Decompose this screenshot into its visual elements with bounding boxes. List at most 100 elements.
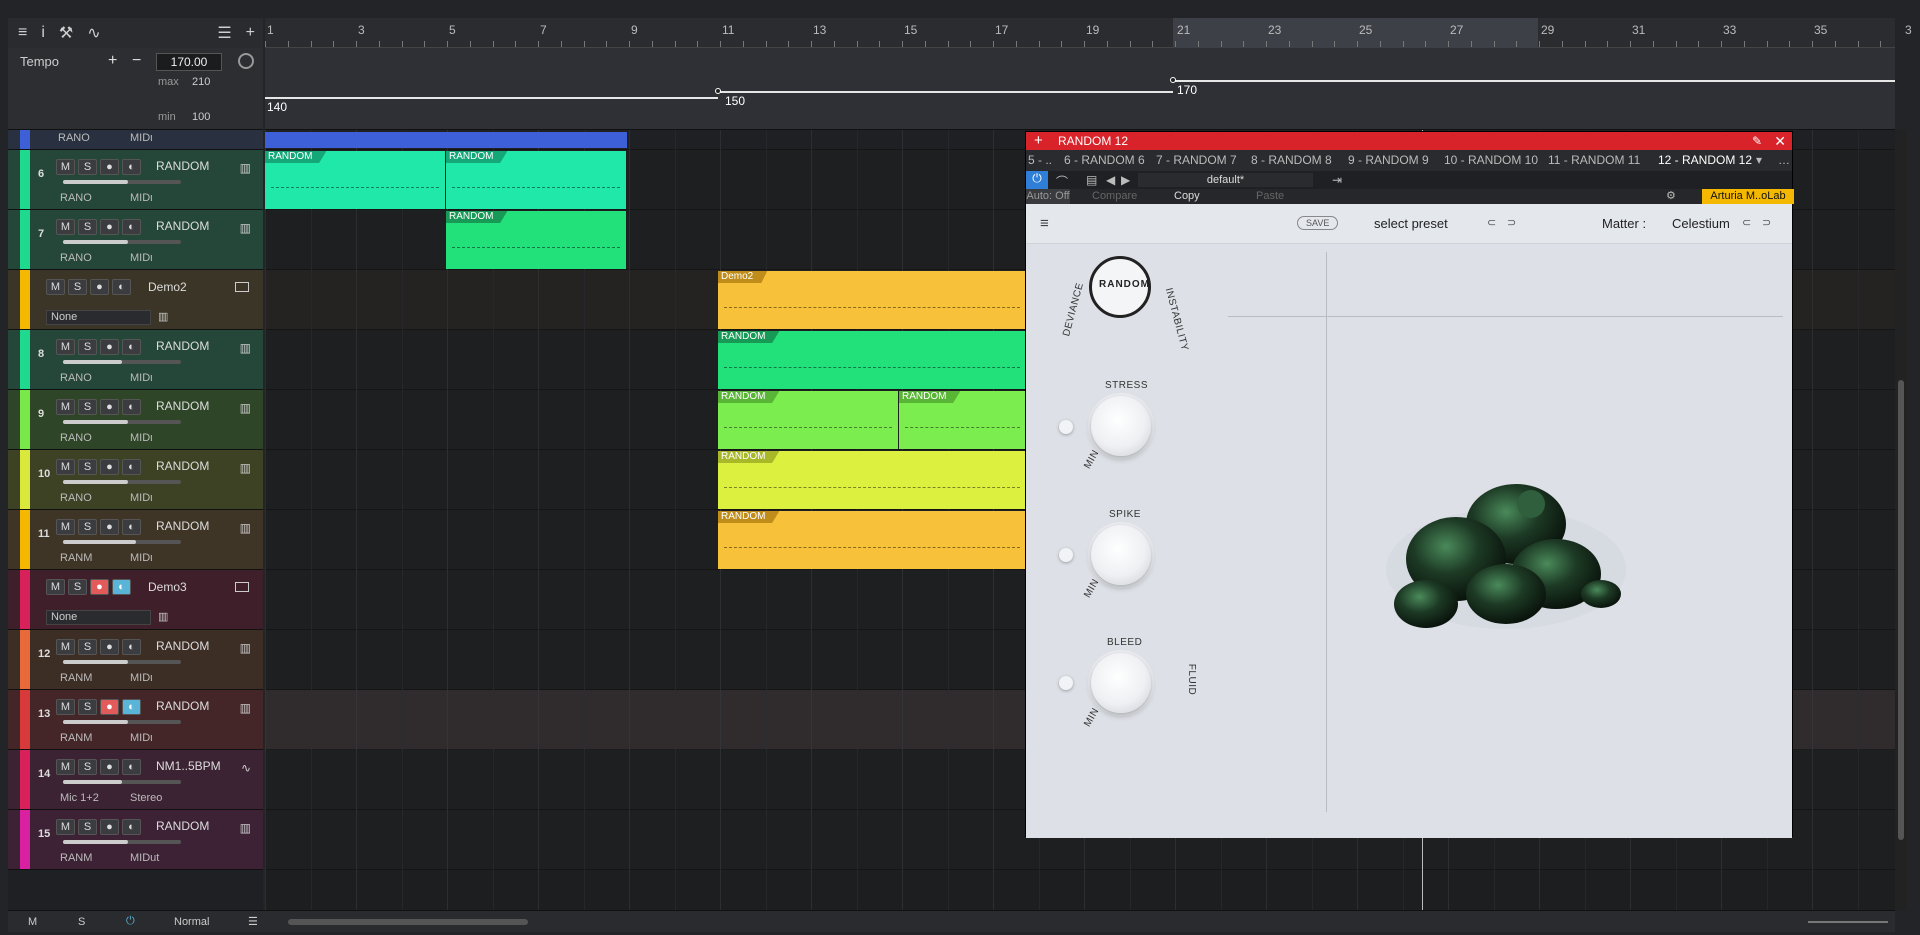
loop-range[interactable] [1173,18,1538,48]
stress-mod-button[interactable] [1059,420,1073,434]
solo-button[interactable]: S [78,699,97,715]
save-button[interactable]: SAVE [1297,216,1339,230]
bleed-knob[interactable] [1091,653,1151,713]
clip[interactable]: RANDOM [718,331,1026,389]
tempo-value-field[interactable]: 170.00 [156,53,222,71]
more-icon[interactable]: … [1778,153,1790,167]
tabs-dropdown-icon[interactable]: ▾ [1756,153,1762,167]
matter-prev-icon[interactable]: ⊂ [1742,216,1751,229]
tempo-lane[interactable]: 140 150 170 [265,48,1895,130]
preset-prev-icon[interactable]: ⊂ [1487,216,1496,229]
volume-fader[interactable] [63,480,181,484]
monitor-button[interactable]: ◐ [112,279,131,295]
record-button[interactable]: ● [100,759,119,775]
solo-button[interactable]: S [78,399,97,415]
track-header[interactable]: 9 M S ● ◐ RANDOM ▥ RANO MIDι [8,390,263,450]
folder-name[interactable]: Demo2 [148,280,187,294]
preset-next-icon[interactable]: ⊃ [1507,216,1516,229]
mute-button[interactable]: M [56,339,75,355]
track-output[interactable]: MIDι [130,252,153,264]
instrument-icon[interactable]: ▥ [240,221,251,235]
matter-value[interactable]: Celestium [1672,216,1730,231]
clip[interactable]: RANDOM [446,211,626,269]
paste-button[interactable]: Paste [1256,190,1284,202]
instrument-icon[interactable]: ▥ [240,341,251,355]
track-name[interactable]: RANDOM [156,339,209,353]
tempo-point[interactable] [715,88,721,94]
volume-fader[interactable] [63,540,181,544]
track-header[interactable]: 7 M S ● ◐ RANDOM ▥ RANO MIDι [8,210,263,270]
mute-button[interactable]: M [56,399,75,415]
mute-button[interactable]: M [56,459,75,475]
tempo-minus-button[interactable]: − [132,52,141,70]
instrument-icon[interactable]: ▥ [240,521,251,535]
track-output[interactable]: MIDι [130,732,153,744]
solo-button[interactable]: S [78,759,97,775]
track-input[interactable]: RANO [58,132,90,144]
track-header[interactable]: 12 M S ● ◐ RANDOM ▥ RANM MIDι [8,630,263,690]
track-output[interactable]: MIDι [130,672,153,684]
list-icon[interactable]: ☰ [217,23,231,43]
plugin-tab[interactable]: 7 - RANDOM 7 [1156,153,1237,167]
monitor-button[interactable]: ◐ [122,399,141,415]
folder-name[interactable]: Demo3 [148,580,187,594]
plugin-tab[interactable]: 12 - RANDOM 12 [1658,153,1752,167]
volume-fader[interactable] [63,660,181,664]
solo-button[interactable]: S [78,339,97,355]
clip[interactable]: RANDOM [265,151,445,209]
folder-track[interactable]: M S ● ◐ Demo2 None ▥ [8,270,263,330]
mute-button[interactable]: M [56,699,75,715]
monitor-button[interactable]: ◐ [122,759,141,775]
clip[interactable]: Demo2 [718,271,1026,329]
record-button[interactable]: ● [100,399,119,415]
folder-select[interactable]: None [46,310,151,325]
record-button[interactable]: ● [100,339,119,355]
volume-fader[interactable] [63,360,181,364]
random-logo-dial[interactable]: RANDOM [1089,256,1151,318]
preset-name[interactable]: select preset [1374,216,1448,231]
solo-button[interactable]: S [78,639,97,655]
tempo-max-value[interactable]: 210 [192,76,210,88]
horizontal-scrollbar[interactable] [288,919,528,925]
instrument-icon[interactable]: ▥ [240,461,251,475]
track-output[interactable]: Stereo [130,792,162,804]
hamburger-icon[interactable]: ≡ [1040,215,1049,232]
instrument-icon[interactable]: ▥ [240,701,251,715]
instrument-icon[interactable]: ▥ [240,161,251,175]
volume-fader[interactable] [63,780,181,784]
copy-button[interactable]: Copy [1174,190,1200,202]
clip[interactable] [265,132,627,148]
monitor-button[interactable]: ◐ [122,219,141,235]
record-button[interactable]: ● [100,519,119,535]
track-output[interactable]: MIDι [130,432,153,444]
vertical-scrollbar[interactable] [1895,130,1907,910]
track-name[interactable]: RANDOM [156,159,209,173]
solo-button[interactable]: S [78,159,97,175]
solo-button[interactable]: S [78,459,97,475]
track-output[interactable]: MIDι [130,552,153,564]
clip[interactable]: RANDOM [718,391,898,449]
bleed-mod-button[interactable] [1059,676,1073,690]
track-name[interactable]: RANDOM [156,219,209,233]
track-input[interactable]: RANO [60,372,92,384]
prev-preset-icon[interactable]: ◀ [1106,173,1115,187]
mute-button[interactable]: M [46,579,65,595]
spike-knob[interactable] [1091,525,1151,585]
track-input[interactable]: RANO [60,492,92,504]
zoom-slider[interactable] [1808,921,1888,923]
solo-button[interactable]: S [78,819,97,835]
record-button[interactable]: ● [90,279,109,295]
tempo-plus-button[interactable]: + [108,52,117,70]
plugin-tab[interactable]: 6 - RANDOM 6 [1064,153,1145,167]
mute-button[interactable]: M [56,819,75,835]
record-button[interactable]: ● [90,579,109,595]
solo-button[interactable]: S [78,519,97,535]
clock-icon[interactable] [238,53,254,69]
track-header[interactable]: 15 M S ● ◐ RANDOM ▥ RANM MIDut [8,810,263,870]
folder-icon[interactable] [235,282,249,292]
record-button[interactable]: ● [100,159,119,175]
next-preset-icon[interactable]: ▶ [1121,173,1130,187]
instrument-icon[interactable]: ▥ [240,821,251,835]
solo-button[interactable]: S [78,219,97,235]
instrument-icon[interactable]: ▥ [240,401,251,415]
